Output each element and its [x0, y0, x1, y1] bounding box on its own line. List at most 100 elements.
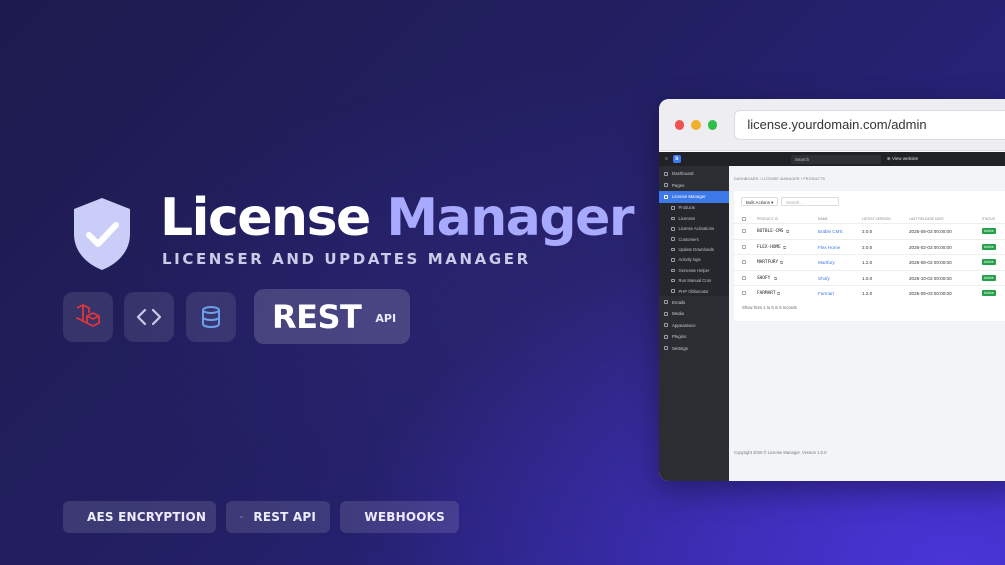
row-checkbox[interactable]	[742, 229, 746, 233]
sidebar-item-license-manager[interactable]: License Manager	[659, 191, 729, 203]
release-date: 2025-10-03 00:00:00	[909, 275, 952, 281]
sidebar-sub-php-obfuscator[interactable]: PHP Obfuscator	[659, 285, 729, 297]
app-logo[interactable]: b	[672, 155, 681, 163]
table-row[interactable]: BOTBLE-CMS ⧉ Botble CMS 2.0.0 2025-08-03…	[734, 223, 1005, 239]
view-website-link[interactable]: ⊕ View website	[887, 156, 918, 162]
address-bar[interactable]: license.yourdomain.com/admin	[734, 109, 1005, 140]
status-badge: Active	[982, 243, 996, 250]
feature-webhooks: WEBHOOKS	[340, 501, 459, 533]
sidebar-item-settings[interactable]: Settings	[659, 343, 729, 355]
copy-icon[interactable]: ⧉	[783, 245, 786, 250]
sidebar-sub-run-manual-cron[interactable]: Run Manual Cron	[659, 275, 729, 286]
product-id: SHOFY	[757, 275, 771, 281]
brush-icon	[664, 323, 668, 328]
sidebar-sub-products[interactable]: Products	[659, 202, 729, 214]
feature-aes-encryption: AES ENCRYPTION	[63, 501, 216, 533]
maximize-dot[interactable]	[707, 119, 718, 130]
copy-icon[interactable]: ⧉	[786, 229, 789, 234]
col-last-release-date[interactable]: LAST RELEASE DATE	[909, 217, 944, 221]
admin-sidebar: Dashboard Pages License Manager Products…	[659, 166, 729, 481]
col-product-id[interactable]: PRODUCT ID	[757, 217, 778, 221]
bulk-actions-button[interactable]: Bulk Actions ▾	[741, 197, 779, 206]
topbar-search[interactable]: Search	[790, 154, 881, 164]
sidebar-item-dashboard[interactable]: Dashboard	[659, 168, 729, 180]
product-id: BOTBLE-CMS	[757, 229, 784, 234]
feature-rest-api: REST API	[226, 501, 330, 533]
product-id: MARTFURY	[757, 260, 779, 265]
sidebar-sub-label: Products	[678, 205, 696, 211]
release-date: 2025-09-03 00:00:00	[909, 291, 952, 296]
sidebar-item-plugins[interactable]: Plugins	[659, 331, 729, 343]
product-id: FLEX-HOME	[757, 244, 781, 250]
sidebar-sub-customers[interactable]: Customers	[659, 233, 729, 245]
mail-icon	[664, 300, 668, 305]
sidebar-item-label: Dashboard	[672, 171, 694, 177]
product-name-link[interactable]: Botble CMS	[818, 229, 843, 234]
product-name-link[interactable]: Martfury	[818, 260, 835, 265]
product-name-link[interactable]: Farmart	[818, 291, 834, 296]
browser-window: license.yourdomain.com/admin ≡ b Search …	[659, 99, 1005, 481]
sidebar-sub-update-downloads[interactable]: Update Downloads	[659, 244, 729, 255]
copy-icon[interactable]: ⧉	[777, 291, 780, 296]
copy-icon[interactable]: ⧉	[774, 276, 777, 281]
sidebar-item-emails[interactable]: Emails	[659, 296, 729, 308]
row-checkbox[interactable]	[742, 244, 746, 249]
sidebar-item-label: Pages	[672, 182, 685, 188]
table-row[interactable]: FLEX-HOME ⧉ Flex Home 2.0.0 2026-02-03 0…	[734, 238, 1005, 255]
admin-footer: Copyright 2026 © License Manager. Versio…	[734, 450, 827, 455]
sidebar-sub-label: Generate Helper	[678, 267, 710, 273]
copy-icon[interactable]: ⧉	[780, 260, 783, 265]
row-checkbox[interactable]	[742, 275, 746, 280]
release-date: 2025-08-03 00:00:00	[909, 260, 952, 265]
sidebar-item-label: Appearance	[672, 322, 696, 328]
close-dot[interactable]	[675, 119, 685, 130]
sidebar-item-appearance[interactable]: Appearance	[659, 319, 729, 331]
code-icon	[240, 516, 244, 518]
table-row[interactable]: FARMART ⧉ Farmart 1.2.0 2025-09-03 00:00…	[734, 285, 1005, 301]
select-all-checkbox[interactable]	[742, 216, 746, 221]
image-icon	[664, 311, 668, 316]
minimize-dot[interactable]	[691, 119, 701, 130]
products-table-card: Bulk Actions ▾ Search... + PRODUCT ID NA…	[734, 191, 1005, 321]
sidebar-sub-activity-logs[interactable]: Activity logs	[659, 254, 729, 266]
feature-label: AES ENCRYPTION	[87, 510, 207, 524]
table-row[interactable]: MARTFURY ⧉ Martfury 1.2.0 2025-08-03 00:…	[734, 254, 1005, 270]
col-name[interactable]: NAME	[818, 217, 828, 221]
status-badge: Active	[982, 274, 996, 281]
sidebar-item-media[interactable]: Media	[659, 308, 729, 320]
download-icon	[671, 247, 675, 252]
col-status[interactable]: STATUS	[982, 217, 995, 221]
status-badge: Active	[982, 259, 996, 265]
row-checkbox[interactable]	[742, 260, 746, 264]
users-icon	[671, 237, 675, 241]
sidebar-sub-generate-helper[interactable]: Generate Helper	[659, 265, 729, 276]
admin-app: ≡ b Search ⊕ View website Dashboard Page…	[659, 152, 1005, 481]
status-badge: Active	[982, 228, 996, 234]
menu-icon[interactable]: ≡	[665, 156, 668, 162]
latest-version: 2.0.0	[862, 229, 873, 234]
col-latest-version[interactable]: LATEST VERSION	[862, 217, 891, 221]
list-icon	[671, 227, 675, 231]
latest-version: 1.2.0	[862, 260, 873, 265]
row-checkbox[interactable]	[742, 291, 746, 295]
product-name-link[interactable]: Flex Home	[818, 245, 840, 250]
admin-topbar: ≡ b Search ⊕ View website	[659, 152, 1005, 166]
sidebar-sub-label: Licenses	[678, 215, 696, 221]
sidebar-item-label: Media	[672, 311, 684, 317]
gear-icon	[664, 346, 668, 351]
table-row[interactable]: SHOFY ⧉ Shofy 1.0.0 2025-10-03 00:00:00 …	[734, 269, 1005, 286]
page-icon	[664, 183, 668, 188]
sidebar-sub-licenses[interactable]: Licenses	[659, 213, 729, 224]
table-search-input[interactable]: Search...	[781, 197, 839, 206]
title-word-2: Manager	[386, 188, 634, 248]
product-name-link[interactable]: Shofy	[818, 276, 830, 281]
sidebar-sub-license-activations[interactable]: License Activations	[659, 223, 729, 234]
feature-label: REST API	[253, 510, 316, 524]
sidebar-item-pages[interactable]: Pages	[659, 180, 729, 192]
subtitle: LICENSER AND UPDATES MANAGER	[162, 250, 531, 268]
clock-icon	[671, 278, 675, 283]
sidebar-item-label: Settings	[672, 345, 688, 351]
code-tile	[124, 292, 174, 342]
key-icon	[671, 216, 675, 221]
records-summary: Show from 1 to 5 in 5 records	[742, 305, 797, 310]
